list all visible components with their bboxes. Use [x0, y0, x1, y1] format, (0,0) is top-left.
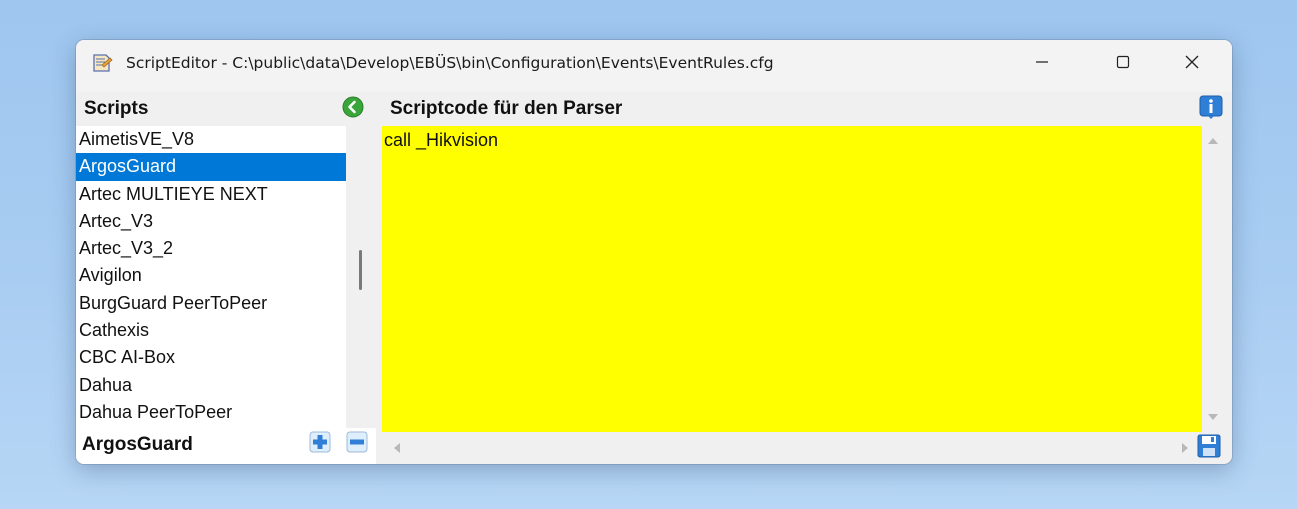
info-icon[interactable] [1199, 95, 1223, 119]
script-list-item[interactable]: Artec_V3 [76, 208, 346, 235]
scrollbar-thumb[interactable] [359, 250, 362, 290]
window-title: ScriptEditor - C:\public\data\Develop\EB… [126, 54, 774, 72]
app-script-icon [93, 54, 113, 72]
script-list-item[interactable]: AimetisVE_V8 [76, 126, 346, 153]
maximize-icon [1116, 55, 1130, 69]
close-button[interactable] [1152, 40, 1232, 84]
scripts-header: Scripts [84, 98, 149, 119]
minimize-icon [1036, 61, 1048, 63]
scroll-up-icon[interactable] [1208, 136, 1218, 144]
title-bar: ScriptEditor - C:\public\data\Develop\EB… [76, 40, 1232, 92]
script-list[interactable]: AimetisVE_V8 ArgosGuard Artec MULTIEYE NEX… [76, 126, 346, 428]
current-script-name: ArgosGuard [82, 434, 193, 455]
script-list-item[interactable]: Dahua [76, 372, 346, 399]
scroll-down-icon[interactable] [1208, 414, 1218, 422]
back-arrow-icon[interactable] [342, 96, 364, 118]
scroll-right-icon[interactable] [1182, 443, 1190, 453]
editor-vertical-scrollbar[interactable] [1202, 126, 1224, 432]
remove-icon[interactable] [346, 431, 368, 453]
script-list-item[interactable]: CBC AI-Box [76, 344, 346, 371]
minimize-button[interactable] [1002, 40, 1082, 84]
script-list-item[interactable]: BurgGuard PeerToPeer [76, 290, 346, 317]
save-icon[interactable] [1197, 434, 1221, 458]
script-list-item[interactable]: ArgosGuard [76, 153, 346, 181]
script-list-item[interactable]: Artec_V3_2 [76, 235, 346, 262]
maximize-button[interactable] [1083, 40, 1163, 84]
close-icon [1185, 55, 1199, 69]
script-editor-window: ScriptEditor - C:\public\data\Develop\EB… [76, 40, 1232, 464]
editor-header: Scriptcode für den Parser [390, 98, 623, 119]
script-list-scrollbar[interactable] [346, 126, 366, 428]
script-list-item[interactable]: Avigilon [76, 262, 346, 289]
code-editor[interactable]: call _Hikvision [382, 126, 1202, 432]
script-list-item[interactable]: Artec MULTIEYE NEXT [76, 181, 346, 208]
script-list-item[interactable]: Dahua PeerToPeer [76, 399, 346, 426]
scroll-left-icon[interactable] [392, 443, 400, 453]
editor-horizontal-scrollbar[interactable] [382, 432, 1202, 464]
code-text[interactable]: call _Hikvision [384, 130, 498, 151]
current-script-box: ArgosGuard [76, 428, 376, 464]
add-icon[interactable] [309, 431, 331, 453]
script-list-item[interactable]: Cathexis [76, 317, 346, 344]
